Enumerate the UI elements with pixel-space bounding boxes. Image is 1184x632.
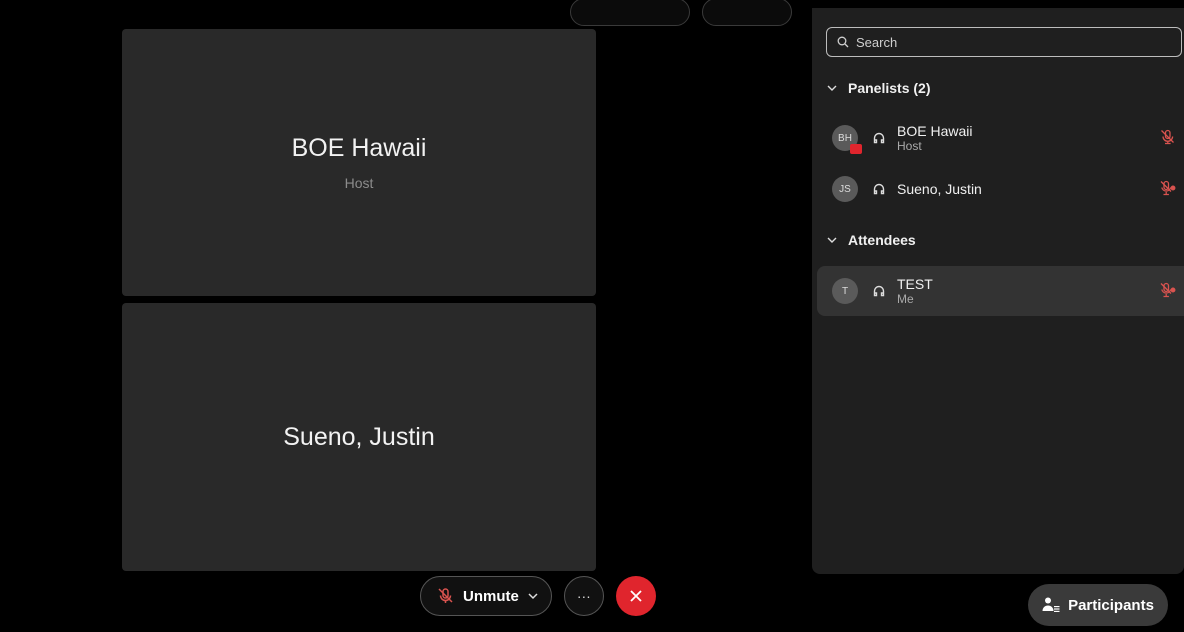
avatar: T: [832, 278, 858, 304]
participant-role: Host: [897, 139, 922, 153]
headset-icon: [873, 132, 885, 144]
mic-muted-icon[interactable]: [1160, 282, 1176, 298]
close-icon: [630, 590, 642, 602]
participants-button[interactable]: Participants: [1028, 584, 1168, 626]
top-control-pill[interactable]: [570, 0, 690, 26]
participant-name: BOE Hawaii: [897, 123, 973, 139]
tile-name: Sueno, Justin: [283, 422, 435, 451]
participant-row[interactable]: BH BOE Hawaii Host: [817, 113, 1184, 163]
panelists-section-header[interactable]: Panelists (2): [826, 80, 930, 96]
attendees-section-header[interactable]: Attendees: [826, 232, 916, 248]
avatar-initials: BH: [838, 132, 852, 144]
search-icon: [837, 36, 849, 48]
video-stage: BOE Hawaii Host Sueno, Justin: [8, 0, 804, 632]
mic-muted-icon: [438, 588, 453, 603]
chevron-down-icon[interactable]: [527, 590, 539, 602]
participant-name: Sueno, Justin: [897, 181, 982, 197]
mic-muted-icon[interactable]: [1160, 180, 1176, 196]
headset-icon: [873, 183, 885, 195]
participants-button-label: Participants: [1068, 596, 1154, 614]
participants-panel: Search Panelists (2) BH BOE Hawaii Host …: [812, 8, 1184, 574]
presenter-badge-icon: [850, 144, 862, 154]
search-placeholder: Search: [856, 34, 898, 50]
attendees-header-label: Attendees: [848, 232, 916, 248]
headset-icon: [873, 285, 885, 297]
participant-info: TEST Me: [897, 276, 933, 306]
avatar: JS: [832, 176, 858, 202]
participant-info: BOE Hawaii Host: [897, 123, 972, 153]
participant-name: TEST: [897, 276, 933, 292]
tile-role: Host: [344, 175, 374, 191]
participant-info: Sueno, Justin: [897, 181, 982, 197]
avatar-initials: JS: [839, 183, 851, 195]
participant-role: Me: [897, 292, 914, 306]
video-tile[interactable]: Sueno, Justin: [122, 303, 596, 571]
video-tile[interactable]: BOE Hawaii Host: [122, 29, 596, 296]
chevron-down-icon: [827, 85, 837, 91]
participants-icon: [1042, 597, 1060, 612]
participant-row[interactable]: T TEST Me: [817, 266, 1184, 316]
search-input[interactable]: Search: [826, 27, 1182, 57]
top-control-pill[interactable]: [702, 0, 792, 26]
meeting-controls: Unmute ···: [420, 576, 656, 616]
avatar: BH: [832, 125, 862, 154]
tile-name: BOE Hawaii: [291, 134, 427, 162]
unmute-label: Unmute: [463, 587, 519, 605]
more-options-button[interactable]: ···: [563, 576, 604, 616]
unmute-button[interactable]: Unmute: [420, 576, 552, 616]
avatar-initials: T: [841, 285, 849, 297]
participant-row[interactable]: JS Sueno, Justin: [817, 164, 1184, 214]
mic-muted-icon[interactable]: [1160, 129, 1176, 145]
panelists-header-label: Panelists (2): [848, 80, 931, 96]
chevron-down-icon: [827, 237, 837, 243]
leave-button[interactable]: [615, 576, 656, 616]
